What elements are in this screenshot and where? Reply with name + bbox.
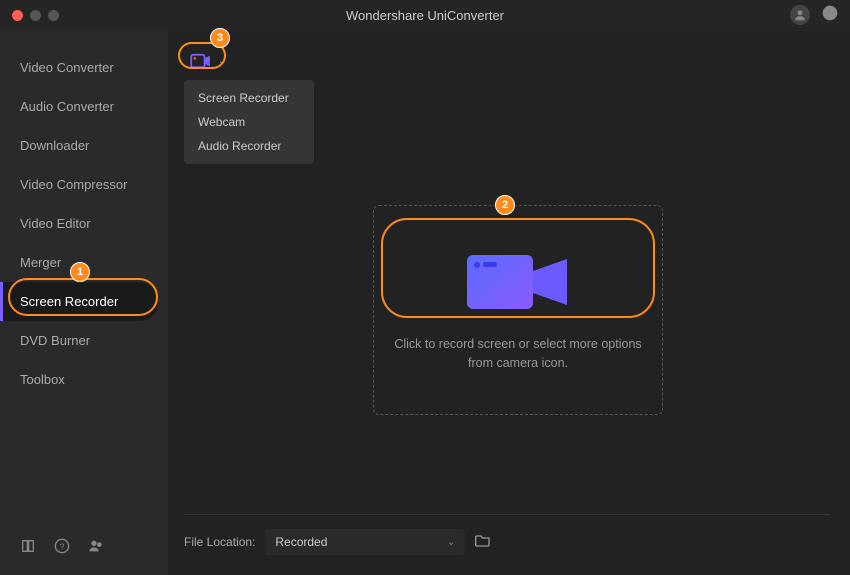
sidebar-footer: ? [0,522,168,575]
camera-large-icon [463,247,573,317]
sidebar-item-dvd-burner[interactable]: DVD Burner [0,321,168,360]
sidebar-item-label: DVD Burner [20,333,90,348]
sidebar-item-toolbox[interactable]: Toolbox [0,360,168,399]
annotation-badge-1: 1 [70,262,90,282]
camera-small-icon [190,53,212,69]
menu-item-screen-recorder[interactable]: Screen Recorder [184,86,314,110]
guide-icon[interactable] [20,538,36,559]
recorder-type-button[interactable]: ⌄ [184,50,232,72]
menu-item-webcam[interactable]: Webcam [184,110,314,134]
sidebar-item-label: Downloader [20,138,89,153]
titlebar: Wondershare UniConverter [0,0,850,30]
chevron-down-icon: ⌄ [447,537,455,548]
bottom-bar: File Location: Recorded ⌄ [184,514,830,555]
svg-text:?: ? [60,541,65,551]
sidebar-item-label: Toolbox [20,372,65,387]
file-location-label: File Location: [184,535,255,549]
sidebar-item-video-compressor[interactable]: Video Compressor [0,165,168,204]
sidebar-item-downloader[interactable]: Downloader [0,126,168,165]
file-location-value: Recorded [275,535,327,549]
recorder-type-menu: Screen Recorder Webcam Audio Recorder [184,80,314,164]
open-folder-button[interactable] [475,533,491,552]
sidebar-item-label: Merger [20,255,61,270]
feedback-icon[interactable] [822,5,838,26]
record-hint-text: Click to record screen or select more op… [394,335,642,373]
sidebar-item-video-editor[interactable]: Video Editor [0,204,168,243]
sidebar-item-label: Video Converter [20,60,114,75]
file-location-select[interactable]: Recorded ⌄ [265,529,465,555]
content-area: ⌄ Screen Recorder Webcam Audio Recorder … [168,30,850,575]
sidebar-item-audio-converter[interactable]: Audio Converter [0,87,168,126]
menu-item-audio-recorder[interactable]: Audio Recorder [184,134,314,158]
sidebar-item-label: Screen Recorder [20,294,118,309]
community-icon[interactable] [88,538,104,559]
annotation-badge-2: 2 [495,195,515,215]
chevron-down-icon: ⌄ [218,56,226,67]
sidebar-item-label: Video Editor [20,216,91,231]
sidebar: Video Converter Audio Converter Download… [0,30,168,575]
help-icon[interactable]: ? [54,538,70,559]
sidebar-item-label: Audio Converter [20,99,114,114]
sidebar-item-screen-recorder[interactable]: Screen Recorder [0,282,158,321]
record-drop-zone[interactable]: Click to record screen or select more op… [373,205,663,415]
app-title: Wondershare UniConverter [0,8,850,23]
sidebar-item-label: Video Compressor [20,177,127,192]
user-avatar[interactable] [790,5,810,25]
annotation-badge-3: 3 [210,28,230,48]
sidebar-item-video-converter[interactable]: Video Converter [0,48,168,87]
